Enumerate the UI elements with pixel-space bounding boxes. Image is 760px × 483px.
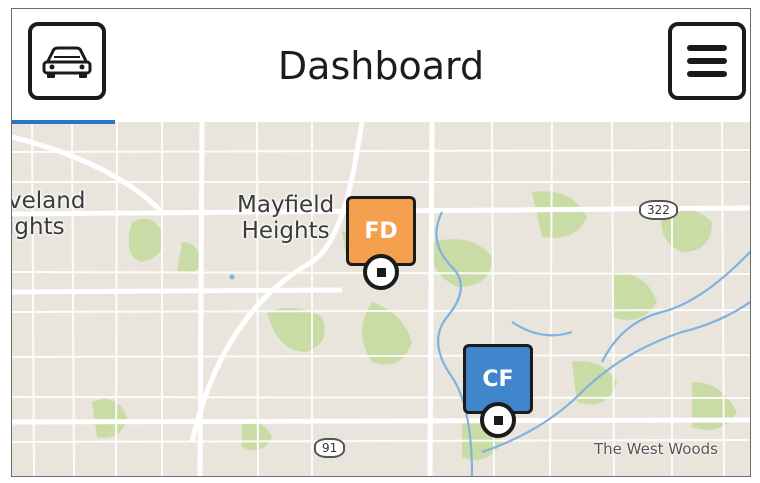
menu-button[interactable]: [668, 22, 746, 100]
loading-progress-bar: [12, 120, 116, 124]
map-view[interactable]: veland ights Mayfield Heights The West W…: [12, 122, 750, 476]
app-header: Dashboard: [12, 9, 750, 122]
route-shield-322: 322: [639, 200, 678, 220]
location-dot-icon: [480, 402, 516, 438]
map-marker-fd[interactable]: FD: [346, 196, 416, 292]
map-marker-cf[interactable]: CF: [463, 344, 533, 440]
route-shield-91: 91: [314, 438, 346, 458]
place-label-west-woods: The West Woods: [594, 440, 718, 458]
hamburger-menu-icon: [687, 45, 727, 77]
page-title: Dashboard: [277, 43, 485, 88]
map-canvas: [12, 122, 750, 476]
place-label-mayfield-heights: Mayfield Heights: [237, 192, 335, 244]
place-label-cleveland-heights: veland ights: [11, 188, 86, 240]
app-frame: Dashboard veland ights Mayfield Heights …: [11, 8, 751, 477]
location-dot-icon: [363, 254, 399, 290]
